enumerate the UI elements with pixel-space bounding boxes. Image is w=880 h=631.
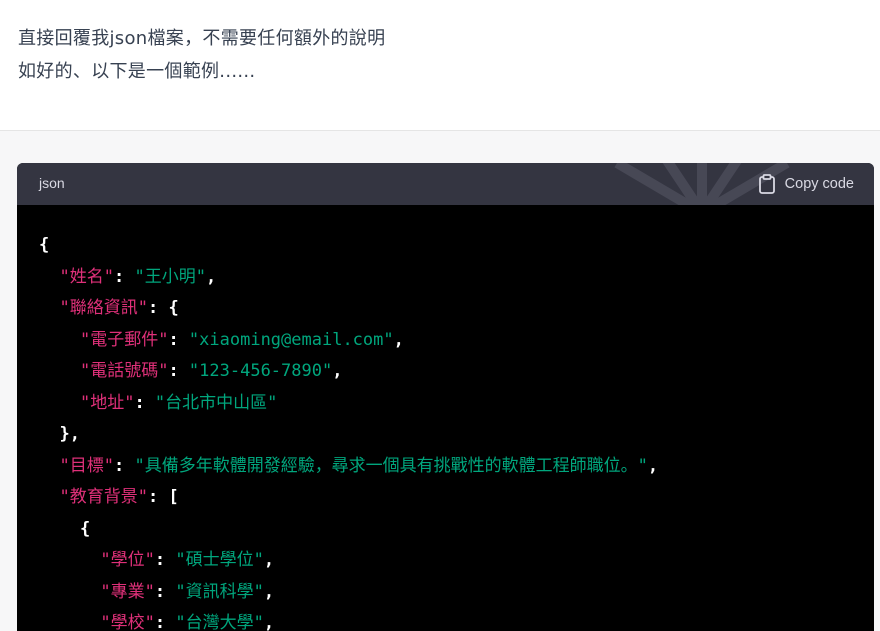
code-line: "學校": "台灣大學",	[39, 608, 658, 631]
json-punctuation: ,	[393, 329, 404, 350]
code-line: "地址": "台北市中山區"	[39, 388, 658, 420]
json-punctuation: ,	[263, 550, 275, 570]
json-punctuation: :	[154, 550, 176, 570]
json-punctuation: :	[154, 613, 176, 631]
code-line: "電話號碼": "123-456-7890",	[39, 356, 658, 388]
json-key: "學位"	[100, 550, 155, 570]
code-line: "電子郵件": "xiaoming@email.com",	[39, 325, 658, 357]
user-message: 直接回覆我json檔案，不需要任何額外的說明 如好的、以下是一個範例......	[0, 0, 880, 131]
json-key: "電話號碼"	[79, 361, 169, 381]
code-content: { "姓名": "王小明", "聯絡資訊": { "電子郵件": "xiaomi…	[39, 230, 658, 631]
json-key: "教育背景"	[59, 487, 148, 507]
json-punctuation: :	[113, 266, 135, 287]
json-punctuation: {	[79, 518, 91, 539]
user-message-line-1: 直接回覆我json檔案，不需要任何額外的說明	[18, 28, 386, 49]
json-punctuation: :	[154, 581, 176, 602]
json-punctuation: :	[168, 329, 189, 350]
code-block: json Copy code { "姓名": "王小明", "聯絡資訊": { …	[17, 163, 874, 631]
code-line: "專業": "資訊科學",	[39, 577, 658, 609]
copy-code-label: Copy code	[784, 176, 854, 192]
json-key: "聯絡資訊"	[59, 298, 148, 318]
assistant-message: json Copy code { "姓名": "王小明", "聯絡資訊": { …	[0, 131, 880, 631]
json-punctuation: ,	[205, 266, 217, 287]
json-punctuation: {	[39, 235, 50, 255]
json-key: "學校"	[100, 613, 155, 631]
json-string: "具備多年軟體開發經驗，尋求一個具有挑戰性的軟體工程師職位。"	[134, 455, 648, 476]
code-line: "教育背景": [	[39, 482, 658, 514]
json-string: "王小明"	[134, 266, 206, 287]
json-key: "電子郵件"	[79, 329, 169, 350]
json-punctuation: :	[134, 392, 155, 413]
json-string: "123-456-7890"	[188, 361, 333, 381]
json-punctuation: ,	[263, 581, 275, 602]
json-punctuation: : {	[147, 298, 179, 318]
json-punctuation: ,	[647, 455, 659, 476]
json-key: "姓名"	[59, 266, 114, 287]
json-punctuation: ,	[263, 613, 275, 631]
json-key: "目標"	[59, 455, 114, 476]
code-line: {	[39, 230, 658, 262]
code-line: "目標": "具備多年軟體開發經驗，尋求一個具有挑戰性的軟體工程師職位。",	[39, 451, 658, 483]
json-string: "台北市中山區"	[154, 392, 278, 413]
code-line: "姓名": "王小明",	[39, 262, 658, 294]
code-line: "學位": "碩士學位",	[39, 545, 658, 577]
user-message-line-2: 如好的、以下是一個範例......	[18, 61, 256, 82]
json-string: "台灣大學"	[175, 613, 264, 631]
code-line: },	[39, 419, 658, 451]
json-string: "碩士學位"	[175, 550, 264, 570]
code-language-label: json	[39, 175, 65, 191]
code-line: "聯絡資訊": {	[39, 293, 658, 325]
json-punctuation: :	[168, 361, 189, 381]
json-punctuation: ,	[332, 361, 343, 381]
clipboard-icon	[758, 174, 776, 194]
json-string: "xiaoming@email.com"	[188, 329, 394, 350]
copy-code-button[interactable]: Copy code	[758, 173, 854, 195]
json-punctuation: },	[59, 424, 80, 444]
json-key: "專業"	[100, 581, 155, 602]
code-block-header: json Copy code	[17, 163, 874, 205]
json-punctuation: :	[113, 455, 135, 476]
json-string: "資訊科學"	[175, 581, 264, 602]
json-punctuation: : [	[147, 487, 179, 507]
json-key: "地址"	[79, 392, 135, 413]
code-line: {	[39, 514, 658, 546]
